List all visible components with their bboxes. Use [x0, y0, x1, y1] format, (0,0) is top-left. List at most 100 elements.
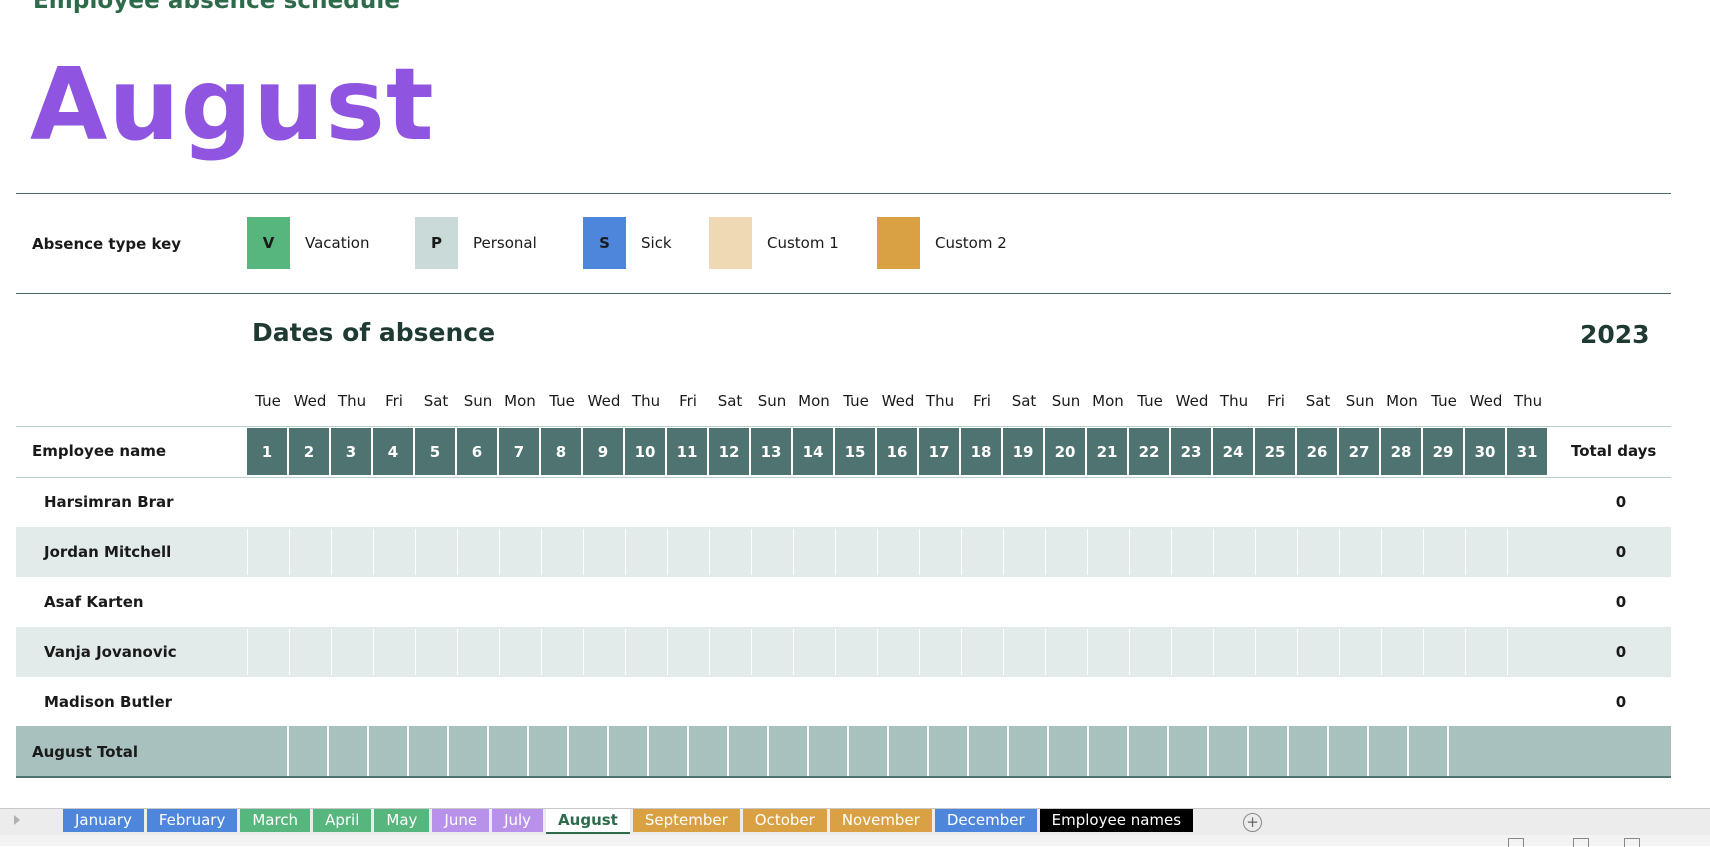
absence-cell[interactable] — [541, 629, 581, 675]
total-cell[interactable] — [1247, 726, 1287, 776]
absence-cell[interactable] — [415, 529, 455, 575]
absence-cell[interactable] — [961, 629, 1001, 675]
absence-cell[interactable] — [1003, 629, 1043, 675]
sheet-tab[interactable]: July — [492, 809, 544, 832]
absence-cell[interactable] — [1297, 579, 1337, 625]
absence-cell[interactable] — [751, 479, 791, 525]
absence-cell[interactable] — [499, 679, 539, 725]
absence-cell[interactable] — [499, 579, 539, 625]
absence-cell[interactable] — [1507, 579, 1547, 625]
absence-cell[interactable] — [1213, 579, 1253, 625]
absence-cell[interactable] — [709, 529, 749, 575]
absence-cell[interactable] — [1423, 479, 1463, 525]
absence-cell[interactable] — [793, 479, 833, 525]
absence-cell[interactable] — [289, 579, 329, 625]
absence-cell[interactable] — [1381, 679, 1421, 725]
total-cell[interactable] — [927, 726, 967, 776]
add-sheet-icon[interactable]: + — [1243, 813, 1262, 832]
absence-cell[interactable] — [1255, 579, 1295, 625]
absence-cell[interactable] — [415, 579, 455, 625]
total-cell[interactable] — [887, 726, 927, 776]
total-cell[interactable] — [1087, 726, 1127, 776]
absence-cell[interactable] — [1423, 529, 1463, 575]
absence-cell[interactable] — [667, 629, 707, 675]
absence-cell[interactable] — [1171, 529, 1211, 575]
absence-cell[interactable] — [625, 579, 665, 625]
absence-cell[interactable] — [1087, 679, 1127, 725]
absence-cell[interactable] — [1423, 629, 1463, 675]
absence-cell[interactable] — [583, 629, 623, 675]
absence-cell[interactable] — [667, 579, 707, 625]
total-cell[interactable] — [1447, 726, 1487, 776]
absence-cell[interactable] — [583, 679, 623, 725]
absence-cell[interactable] — [1465, 579, 1505, 625]
total-cell[interactable] — [607, 726, 647, 776]
absence-cell[interactable] — [247, 529, 287, 575]
absence-cell[interactable] — [331, 479, 371, 525]
total-cell[interactable] — [1207, 726, 1247, 776]
absence-cell[interactable] — [961, 479, 1001, 525]
sheet-tab[interactable]: June — [432, 809, 490, 832]
absence-cell[interactable] — [877, 679, 917, 725]
absence-cell[interactable] — [415, 629, 455, 675]
absence-cell[interactable] — [1255, 629, 1295, 675]
absence-cell[interactable] — [751, 529, 791, 575]
absence-cell[interactable] — [331, 579, 371, 625]
absence-cell[interactable] — [289, 629, 329, 675]
total-cell[interactable] — [1047, 726, 1087, 776]
absence-cell[interactable] — [1339, 629, 1379, 675]
absence-cell[interactable] — [751, 579, 791, 625]
absence-cell[interactable] — [919, 679, 959, 725]
absence-cell[interactable] — [289, 679, 329, 725]
employee-name[interactable]: Madison Butler — [44, 693, 172, 711]
absence-cell[interactable] — [289, 529, 329, 575]
absence-cell[interactable] — [919, 529, 959, 575]
absence-cell[interactable] — [373, 479, 413, 525]
absence-cell[interactable] — [835, 629, 875, 675]
sheet-tab[interactable]: February — [146, 809, 238, 832]
absence-cell[interactable] — [1213, 679, 1253, 725]
sheet-tab[interactable]: September — [632, 809, 740, 832]
absence-cell[interactable] — [1381, 629, 1421, 675]
absence-cell[interactable] — [835, 529, 875, 575]
absence-cell[interactable] — [1003, 529, 1043, 575]
sheet-tab[interactable]: April — [313, 809, 372, 832]
absence-cell[interactable] — [1213, 479, 1253, 525]
absence-cell[interactable] — [1507, 629, 1547, 675]
absence-cell[interactable] — [1465, 529, 1505, 575]
absence-cell[interactable] — [583, 579, 623, 625]
absence-cell[interactable] — [1465, 629, 1505, 675]
absence-cell[interactable] — [373, 629, 413, 675]
absence-cell[interactable] — [1003, 479, 1043, 525]
absence-cell[interactable] — [835, 679, 875, 725]
absence-cell[interactable] — [1507, 529, 1547, 575]
absence-cell[interactable] — [793, 629, 833, 675]
absence-cell[interactable] — [499, 479, 539, 525]
absence-cell[interactable] — [457, 679, 497, 725]
absence-cell[interactable] — [1045, 629, 1085, 675]
total-cell[interactable] — [767, 726, 807, 776]
absence-cell[interactable] — [1507, 679, 1547, 725]
absence-cell[interactable] — [457, 629, 497, 675]
absence-cell[interactable] — [541, 579, 581, 625]
total-cell[interactable] — [1127, 726, 1167, 776]
scroll-tabs-icon[interactable] — [14, 815, 20, 825]
total-cell[interactable] — [487, 726, 527, 776]
absence-cell[interactable] — [1381, 579, 1421, 625]
absence-cell[interactable] — [625, 679, 665, 725]
absence-cell[interactable] — [877, 629, 917, 675]
absence-cell[interactable] — [919, 479, 959, 525]
absence-cell[interactable] — [457, 579, 497, 625]
absence-cell[interactable] — [331, 679, 371, 725]
total-cell[interactable] — [1367, 726, 1407, 776]
absence-cell[interactable] — [877, 479, 917, 525]
absence-cell[interactable] — [1465, 479, 1505, 525]
absence-cell[interactable] — [667, 529, 707, 575]
total-cell[interactable] — [527, 726, 567, 776]
total-cell[interactable] — [967, 726, 1007, 776]
absence-cell[interactable] — [1507, 479, 1547, 525]
absence-cell[interactable] — [961, 529, 1001, 575]
absence-cell[interactable] — [1339, 579, 1379, 625]
absence-cell[interactable] — [1003, 679, 1043, 725]
employee-name[interactable]: Asaf Karten — [44, 593, 144, 611]
